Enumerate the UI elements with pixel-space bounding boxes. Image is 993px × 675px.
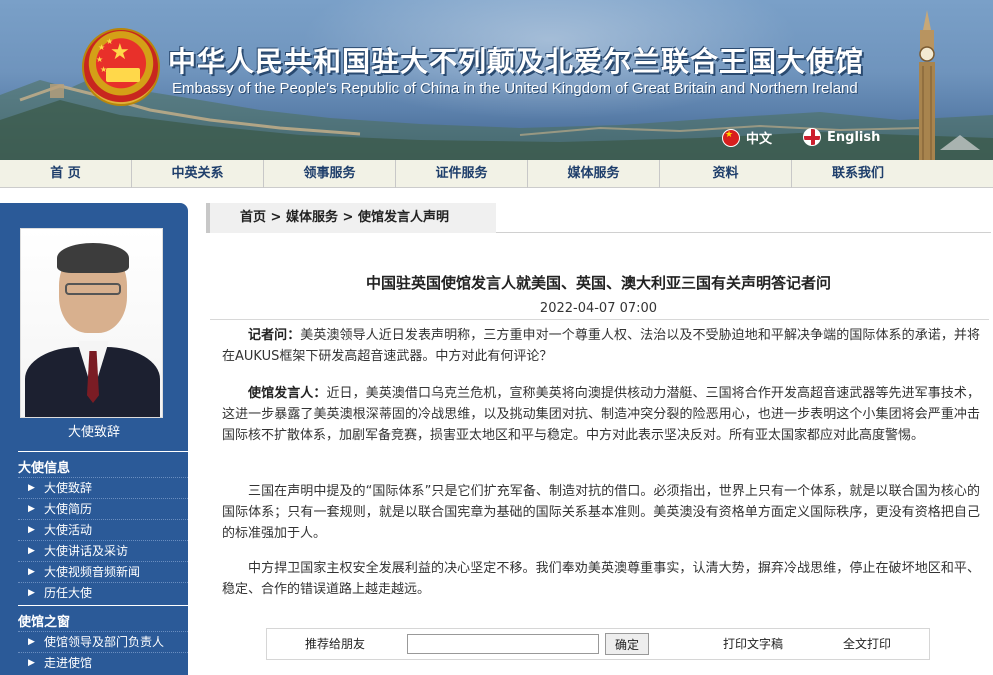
sidebar-item-label: 历任大使 (44, 586, 93, 600)
uk-flag-icon (803, 128, 821, 146)
answer-label: 使馆发言人： (248, 386, 327, 401)
bullet-icon: ▶ (28, 637, 35, 647)
sidebar-section-embassy-window: 使馆之窗 (18, 615, 71, 630)
national-emblem-icon: ★ ★ ★ ★ ★ (82, 28, 160, 106)
sidebar-item-embassy-leaders[interactable]: ▶ 使馆领导及部门负责人 (18, 631, 188, 652)
header-banner: ★ ★ ★ ★ ★ 中华人民共和国驻大不列颠及北爱尔兰联合王国大使馆 Embas… (0, 0, 993, 160)
print-text-link[interactable]: 打印文字稿 (723, 629, 783, 659)
breadcrumb-spokesperson-statements[interactable]: 使馆发言人声明 (358, 210, 449, 225)
bullet-icon: ▶ (28, 525, 35, 535)
nav-document-services[interactable]: 证件服务 (396, 160, 528, 188)
sidebar-item-label: 大使视频音频新闻 (44, 565, 141, 579)
recommend-email-input[interactable] (407, 634, 599, 654)
nav-contact-us[interactable]: 联系我们 (792, 160, 924, 188)
ambassador-photo[interactable] (20, 228, 163, 418)
breadcrumb: 首页 > 媒体服务 > 使馆发言人声明 (206, 203, 496, 233)
sidebar-item-former-ambassadors[interactable]: ▶ 历任大使 (18, 582, 188, 603)
sidebar-item-speeches-interviews[interactable]: ▶ 大使讲话及采访 (18, 540, 188, 561)
lang-english-label: English (827, 129, 881, 145)
sidebar-item-label: 大使活动 (44, 523, 93, 537)
sidebar-section-ambassador-info: 大使信息 (18, 461, 71, 476)
breadcrumb-media-services[interactable]: 媒体服务 (286, 210, 338, 225)
nav-china-uk-relations[interactable]: 中英关系 (132, 160, 264, 188)
sidebar-item-video-audio-news[interactable]: ▶ 大使视频音频新闻 (18, 561, 188, 582)
article-paragraph-answer: 使馆发言人：近日，美英澳借口乌克兰危机，宣称美英将向澳提供核动力潜艇、三国将合作… (222, 383, 980, 446)
breadcrumb-home[interactable]: 首页 (240, 210, 266, 225)
sidebar-ambassador-list: ▶ 大使致辞 ▶ 大使简历 ▶ 大使活动 ▶ 大使讲话及采访 ▶ 大使视频音频新闻 ▶ 历任… (18, 477, 188, 603)
sidebar-item-label: 走进使馆 (44, 656, 93, 670)
question-text: 美英澳领导人近日发表声明称，三方重申对一个尊重人权、法治以及不受胁迫地和平解决争… (222, 328, 980, 364)
embassy-title-en: Embassy of the People's Republic of Chin… (172, 80, 858, 97)
sidebar-item-ambassador-bio[interactable]: ▶ 大使简历 (18, 498, 188, 519)
bullet-icon: ▶ (28, 504, 35, 514)
main-nav: 首 页 中英关系 领事服务 证件服务 媒体服务 资料 联系我们 (0, 160, 993, 188)
lang-english[interactable]: English (803, 128, 880, 146)
nav-home[interactable]: 首 页 (0, 160, 132, 188)
sidebar-item-ambassador-message[interactable]: ▶ 大使致辞 (18, 477, 188, 498)
breadcrumb-separator: > (270, 210, 282, 225)
article-date: 2022-04-07 07:00 (539, 301, 658, 316)
article-paragraph-4: 中方捍卫国家主权安全发展利益的决心坚定不移。我们奉劝美英澳尊重事实，认清大势，摒… (222, 561, 980, 597)
article-title: 中国驻英国使馆发言人就美国、英国、澳大利亚三国有关声明答记者问 (365, 274, 831, 292)
recommend-label: 推荐给朋友 (305, 637, 366, 651)
bullet-icon: ▶ (28, 483, 35, 493)
sidebar-item-label: 大使讲话及采访 (44, 544, 129, 558)
breadcrumb-separator: > (342, 210, 354, 225)
sidebar-item-label: 使馆领导及部门负责人 (44, 635, 165, 649)
sidebar-divider (18, 451, 188, 452)
sidebar-item-label: 大使致辞 (44, 481, 93, 495)
sidebar-item-inside-embassy[interactable]: ▶ 走进使馆 (18, 652, 188, 673)
sidebar-embassy-list: ▶ 使馆领导及部门负责人 ▶ 走进使馆 (18, 631, 188, 673)
sidebar-divider (18, 605, 188, 606)
sidebar-item-label: 大使简历 (44, 502, 93, 516)
china-flag-icon (722, 128, 740, 147)
big-ben-icon (919, 10, 935, 160)
breadcrumb-bar: 首页 > 媒体服务 > 使馆发言人声明 (206, 203, 991, 233)
question-label: 记者问： (248, 328, 301, 343)
nav-resources[interactable]: 资料 (660, 160, 792, 188)
sidebar-item-ambassador-activities[interactable]: ▶ 大使活动 (18, 519, 188, 540)
bullet-icon: ▶ (28, 588, 35, 598)
full-print-link[interactable]: 全文打印 (843, 629, 891, 659)
nav-media-services[interactable]: 媒体服务 (528, 160, 660, 188)
article-divider (210, 319, 989, 320)
bullet-icon: ▶ (28, 658, 35, 668)
confirm-button[interactable]: 确定 (605, 633, 649, 655)
bullet-icon: ▶ (28, 546, 35, 556)
sidebar: 大使致辞 大使信息 ▶ 大使致辞 ▶ 大使简历 ▶ 大使活动 ▶ 大使讲话及采访 ▶ 大使… (0, 203, 188, 675)
article-paragraph-question: 记者问：美英澳领导人近日发表声明称，三方重申对一个尊重人权、法治以及不受胁迫地和… (222, 325, 980, 367)
embassy-title-cn: 中华人民共和国驻大不列颠及北爱尔兰联合王国大使馆 (168, 45, 865, 78)
article-paragraph-3: 三国在声明中提及的“国际体系”只是它们扩充军备、制造对抗的借口。必须指出，世界上… (222, 484, 980, 541)
lang-chinese-label: 中文 (746, 132, 773, 147)
ambassador-message-caption[interactable]: 大使致辞 (0, 421, 188, 440)
lang-chinese[interactable]: 中文 (722, 128, 772, 147)
answer-text: 近日，美英澳借口乌克兰危机，宣称美英将向澳提供核动力潜艇、三国将合作开发高超音速… (222, 386, 980, 443)
nav-consular-services[interactable]: 领事服务 (264, 160, 396, 188)
bullet-icon: ▶ (28, 567, 35, 577)
article-tools-bar: 推荐给朋友 确定 打印文字稿 全文打印 (266, 628, 930, 660)
